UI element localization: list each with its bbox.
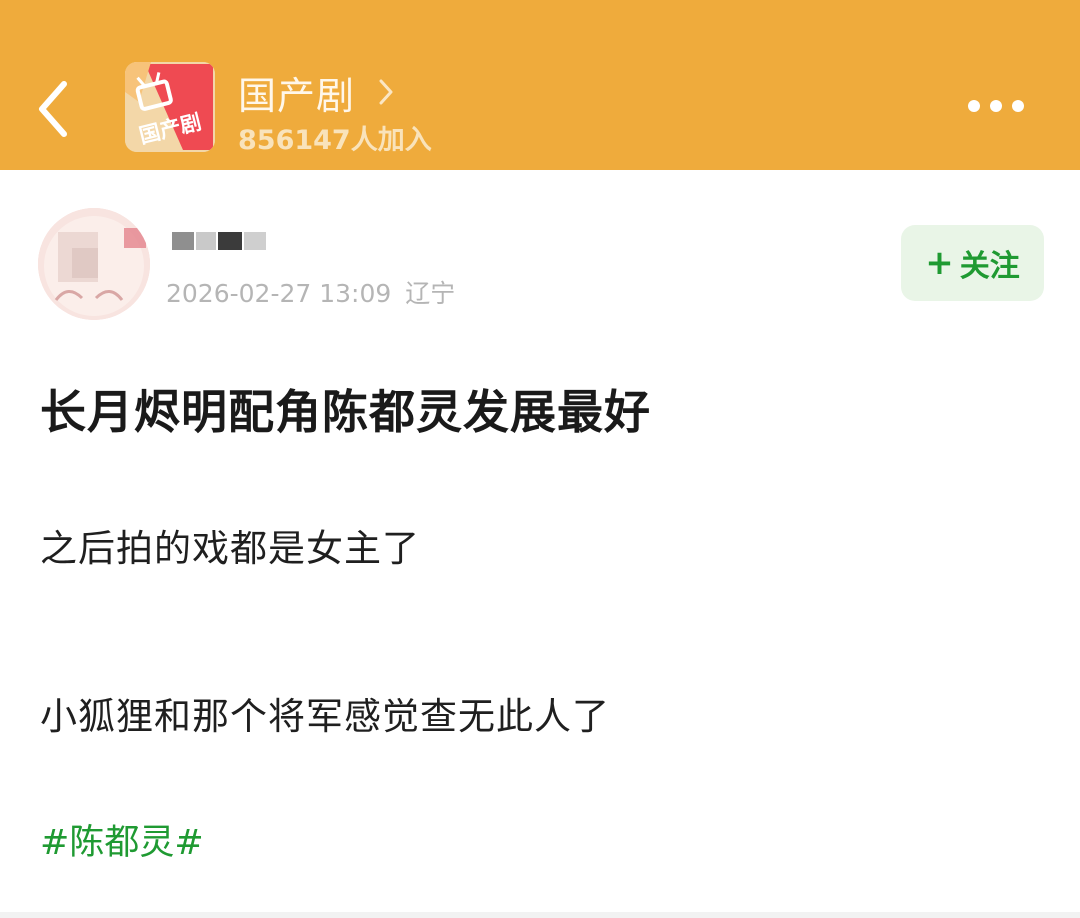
user-avatar xyxy=(38,208,150,320)
hashtag-link[interactable]: #陈都灵# xyxy=(40,814,204,865)
chevron-left-icon xyxy=(39,81,67,137)
post-title: 长月烬明配角陈都灵发展最好 xyxy=(40,385,651,439)
group-avatar[interactable]: 国产剧 xyxy=(125,62,215,152)
section-divider xyxy=(0,912,1080,918)
tv-group-logo: 国产剧 xyxy=(125,62,215,152)
post-timestamp: 2026-02-27 13:09 xyxy=(166,279,392,308)
follow-button-label: 关注 xyxy=(959,249,1020,284)
group-header-bar: 国产剧 国产剧 856147人加入 xyxy=(0,0,1080,170)
author-avatar[interactable] xyxy=(38,208,150,320)
group-member-count: 856147人加入 xyxy=(238,125,432,156)
group-title-link[interactable]: 国产剧 xyxy=(238,66,395,118)
more-options-button[interactable] xyxy=(960,88,1032,124)
post-detail-screen: 国产剧 国产剧 856147人加入 2026-02-27 13:09 辽宁 + … xyxy=(0,0,1080,918)
author-name-redacted[interactable] xyxy=(172,230,266,252)
chevron-right-icon xyxy=(377,77,395,107)
back-button[interactable] xyxy=(28,74,84,144)
post-location: 辽宁 xyxy=(405,279,456,308)
post-paragraph: 之后拍的戏都是女主了 xyxy=(40,527,420,570)
group-title: 国产剧 xyxy=(238,73,356,118)
follow-button[interactable]: + 关注 xyxy=(901,225,1044,301)
post-meta: 2026-02-27 13:09 辽宁 xyxy=(166,274,455,310)
plus-icon: + xyxy=(925,243,954,283)
more-horizontal-icon xyxy=(968,100,1024,112)
post-paragraph: 小狐狸和那个将军感觉查无此人了 xyxy=(40,695,610,738)
